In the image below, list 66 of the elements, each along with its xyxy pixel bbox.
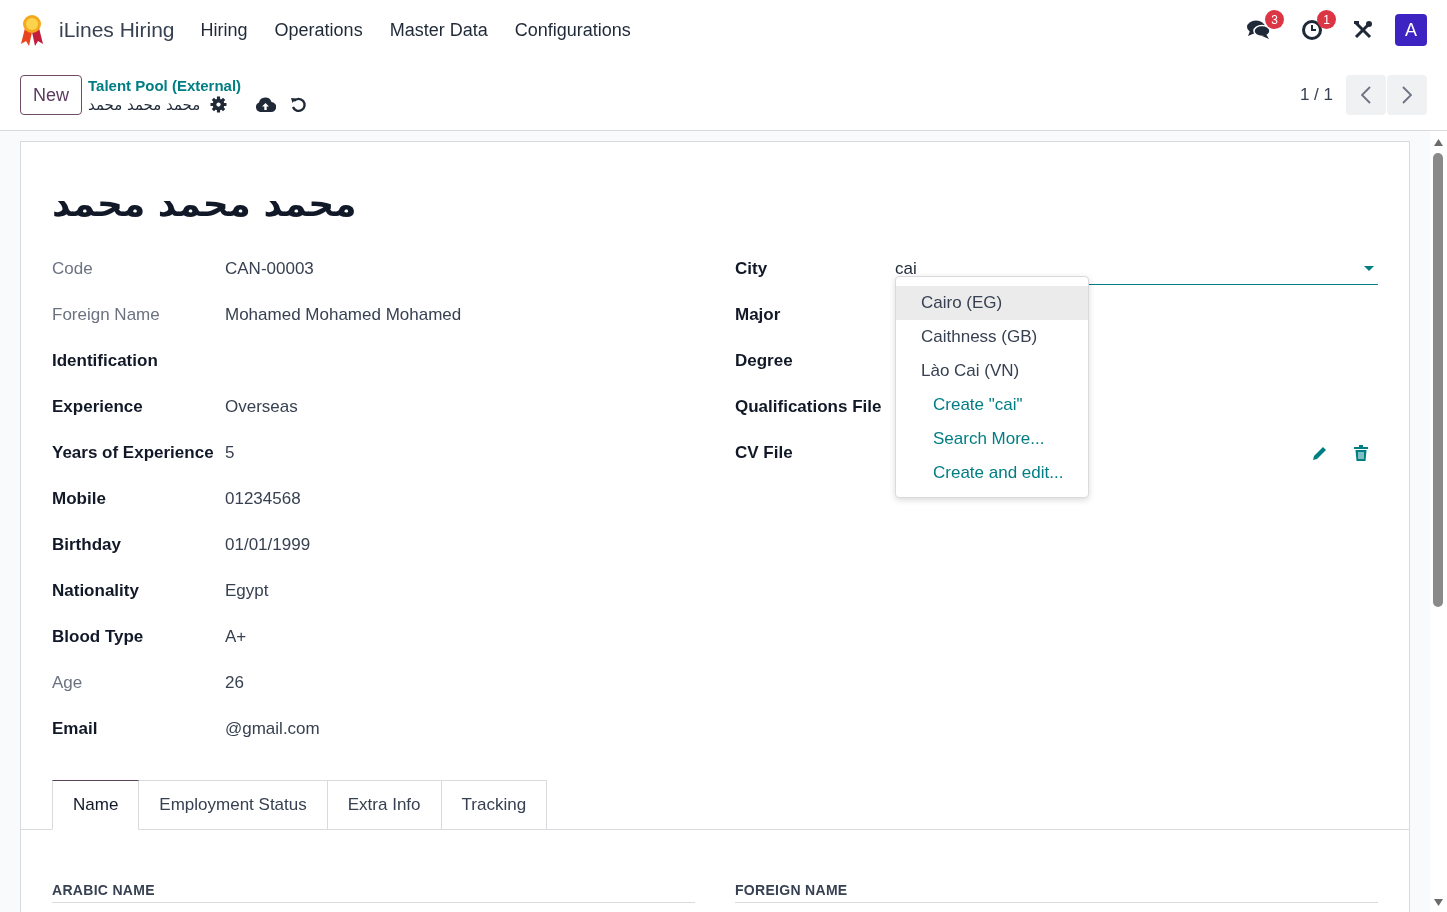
field-label: Qualifications File	[735, 397, 883, 417]
notification-badge: 3	[1265, 10, 1284, 29]
breadcrumb-link[interactable]: Talent Pool (External)	[88, 76, 308, 94]
field-value: 01234568	[225, 489, 301, 509]
record-title: محمد محمد محمد	[51, 182, 358, 226]
field-label: Code	[52, 259, 94, 279]
dropdown-option[interactable]: Lào Cai (VN)	[896, 354, 1088, 388]
field-label: Foreign Name	[52, 305, 161, 325]
field-value: 01/01/1999	[225, 535, 311, 555]
menu-item[interactable]: Configurations	[514, 19, 631, 41]
notification-badge: 1	[1317, 10, 1336, 29]
field-value: 5	[225, 443, 235, 463]
tab[interactable]: Name	[52, 780, 140, 830]
typed-text: cai	[895, 258, 917, 279]
chat-icon[interactable]	[1247, 19, 1271, 41]
chevron-left-icon	[1361, 86, 1371, 104]
field-label: CV File	[735, 443, 794, 463]
app-name[interactable]: iLines Hiring	[59, 18, 175, 42]
field-value: A+	[225, 627, 247, 647]
field-label: Blood Type	[52, 627, 145, 647]
field-value: Mohamed Mohamed Mohamed	[225, 305, 462, 325]
field-label: Email	[52, 719, 99, 739]
field-label: Identification	[52, 351, 159, 371]
dropdown-option[interactable]: Caithness (GB)	[896, 320, 1088, 354]
dropdown-action[interactable]: Create and edit...	[896, 456, 1088, 490]
menu-item[interactable]: Hiring	[200, 19, 248, 41]
medal-icon	[19, 13, 45, 47]
record-name: محمد محمد محمد	[88, 95, 201, 114]
previous-button[interactable]	[1346, 75, 1386, 115]
field-label: City	[735, 259, 769, 279]
new-button[interactable]: New	[20, 75, 82, 115]
field-label: Birthday	[52, 535, 122, 555]
menu-item[interactable]: Master Data	[389, 19, 488, 41]
field-value: Overseas	[225, 397, 298, 417]
field-label: Nationality	[52, 581, 140, 601]
tab[interactable]: Extra Info	[327, 780, 442, 830]
field-label: Experience	[52, 397, 144, 417]
tab[interactable]: Tracking	[441, 780, 548, 830]
dropdown-action[interactable]: Create "cai"	[896, 388, 1088, 422]
tools-icon[interactable]	[1353, 20, 1373, 40]
chevron-right-icon	[1402, 86, 1412, 104]
field-value: Egypt	[225, 581, 269, 601]
pencil-icon[interactable]	[1312, 445, 1328, 461]
field-label: Degree	[735, 351, 794, 371]
section-heading: FOREIGN NAME	[735, 882, 1378, 903]
menu-item[interactable]: Operations	[274, 19, 363, 41]
settings-icon[interactable]	[210, 96, 228, 113]
section-heading: ARABIC NAME	[52, 882, 695, 903]
dropdown-action[interactable]: Search More...	[896, 422, 1088, 456]
tab[interactable]: Employment Status	[139, 780, 328, 830]
field-label: Age	[52, 673, 84, 693]
cloud-upload-icon[interactable]	[255, 96, 277, 113]
user-avatar[interactable]: A	[1395, 14, 1427, 46]
undo-icon[interactable]	[290, 96, 308, 113]
next-button[interactable]	[1387, 75, 1427, 115]
clock-icon[interactable]	[1301, 19, 1323, 41]
field-label: Mobile	[52, 489, 107, 509]
field-value: CAN-00003	[225, 259, 314, 279]
caret-icon	[1364, 265, 1374, 272]
field-label: Major	[735, 305, 782, 325]
field-label: Years of Experience	[52, 443, 215, 463]
field-value: @gmail.com	[225, 719, 320, 739]
trash-icon[interactable]	[1354, 445, 1368, 461]
field-value: 26	[225, 673, 244, 693]
dropdown-option[interactable]: Cairo (EG)	[896, 286, 1088, 320]
pager-value: 1 / 1	[1299, 85, 1333, 105]
